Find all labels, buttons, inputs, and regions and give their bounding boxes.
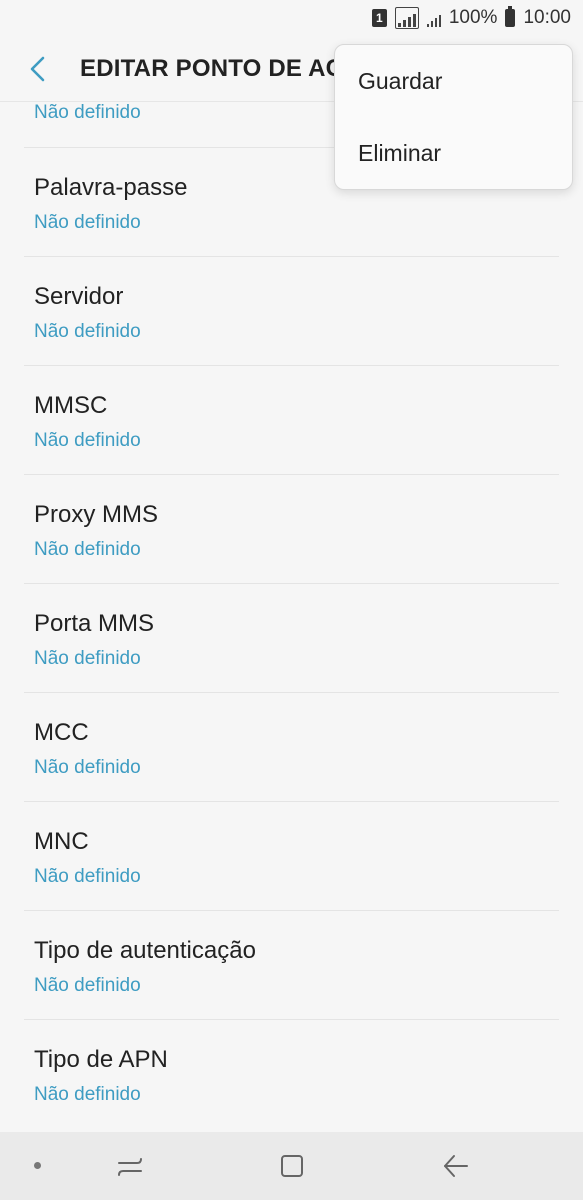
clock: 10:00 (523, 7, 571, 28)
list-item-value: Não definido (34, 212, 141, 233)
status-bar: 1 100% 10:00 (0, 0, 583, 36)
dot-icon[interactable] (34, 1162, 41, 1169)
list-item-value: Não definido (34, 539, 141, 560)
list-item-value: Não definido (34, 648, 141, 669)
settings-list: Não definido Palavra-passe Não definido … (0, 102, 583, 1129)
list-item-mmsc[interactable]: MMSC Não definido (0, 366, 583, 475)
home-icon (281, 1155, 303, 1177)
list-item-title: Servidor (34, 283, 124, 310)
list-item-value: Não definido (34, 430, 141, 451)
recents-icon (118, 1158, 142, 1176)
list-item-title: Proxy MMS (34, 501, 159, 528)
menu-item-guardar[interactable]: Guardar (335, 45, 572, 117)
page-title: EDITAR PONTO DE ACESSO (80, 54, 350, 82)
list-item-title: MCC (34, 719, 89, 746)
home-button[interactable] (272, 1148, 312, 1184)
signal-strength-icon-secondary (426, 9, 441, 27)
list-item-tipo-de-apn[interactable]: Tipo de APN Não definido (0, 1020, 583, 1129)
list-item-value: Não definido (34, 975, 141, 996)
list-item-title: MMSC (34, 392, 108, 419)
list-item-title: Palavra-passe (34, 174, 188, 201)
signal-strength-icon (394, 7, 419, 29)
list-item-title: MNC (34, 828, 89, 855)
back-arrow-icon (444, 1155, 468, 1177)
list-item-value: Não definido (34, 757, 141, 778)
list-item-value: Não definido (34, 1084, 141, 1105)
list-item-mnc[interactable]: MNC Não definido (0, 802, 583, 911)
list-item-servidor[interactable]: Servidor Não definido (0, 257, 583, 366)
list-item-value: Não definido (34, 102, 141, 123)
recents-button[interactable] (110, 1148, 150, 1184)
list-item-value: Não definido (34, 866, 141, 887)
navigation-bar (0, 1132, 583, 1200)
overflow-menu: Guardar Eliminar (334, 44, 573, 190)
battery-icon (505, 6, 516, 27)
list-item-title: Porta MMS (34, 610, 155, 637)
list-item-porta-mms[interactable]: Porta MMS Não definido (0, 584, 583, 693)
battery-percentage: 100% (448, 7, 498, 28)
list-item-title: Tipo de APN (34, 1046, 168, 1073)
chevron-left-icon (30, 56, 45, 81)
list-item-tipo-de-autenticacao[interactable]: Tipo de autenticação Não definido (0, 911, 583, 1020)
back-button[interactable] (8, 39, 68, 99)
list-item-value: Não definido (34, 321, 141, 342)
list-item-proxy-mms[interactable]: Proxy MMS Não definido (0, 475, 583, 584)
nav-back-button[interactable] (436, 1148, 476, 1184)
sim-card-icon: 1 (371, 9, 387, 27)
menu-item-eliminar[interactable]: Eliminar (335, 117, 572, 189)
list-item-title: Tipo de autenticação (34, 937, 256, 964)
list-item-mcc[interactable]: MCC Não definido (0, 693, 583, 802)
